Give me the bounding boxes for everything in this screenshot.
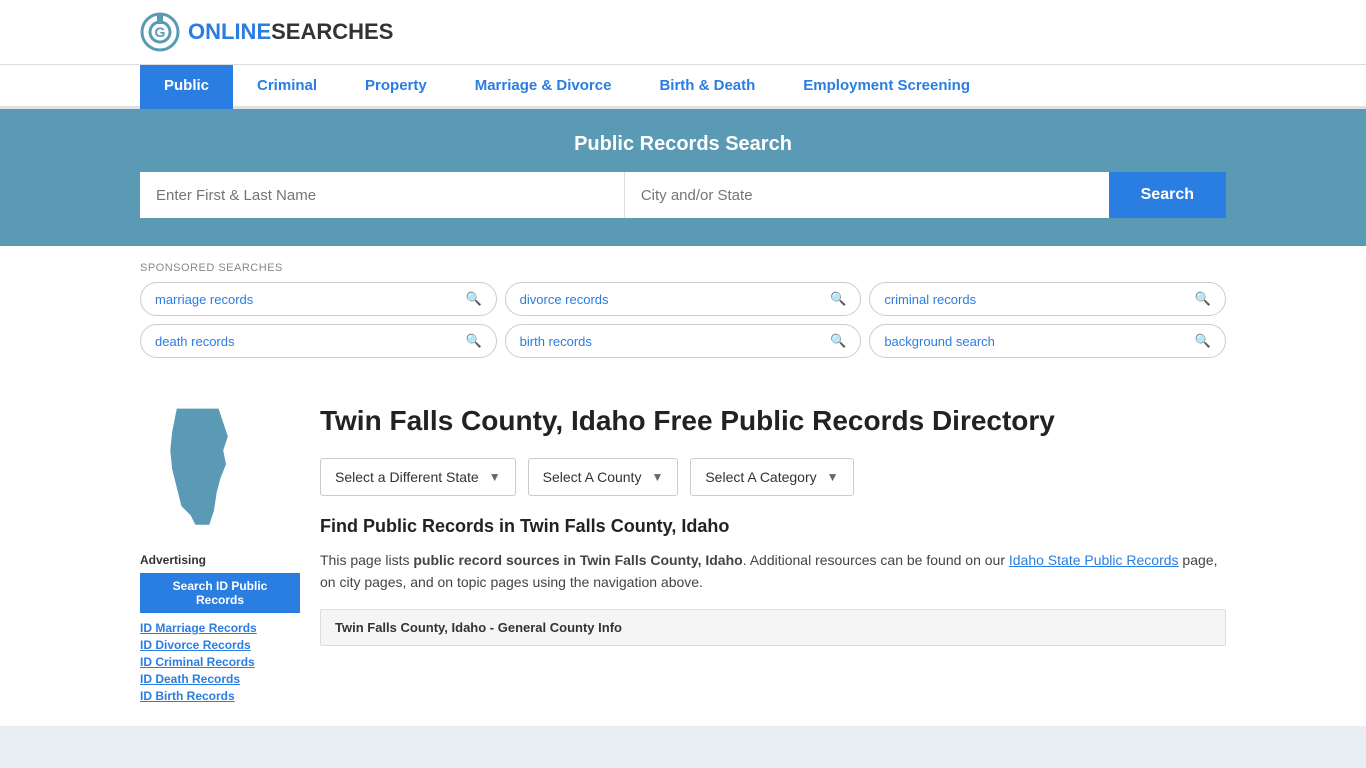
find-records-title: Find Public Records in Twin Falls County… — [320, 516, 1226, 537]
logo-icon: G — [140, 12, 180, 52]
chevron-down-icon: ▼ — [651, 470, 663, 484]
search-form: Search — [140, 172, 1226, 218]
chevron-down-icon: ▼ — [489, 470, 501, 484]
nav-item-public[interactable]: Public — [140, 65, 233, 109]
search-icon: 🔍 — [830, 333, 846, 349]
pill-background-search[interactable]: background search 🔍 — [869, 324, 1226, 358]
search-icon: 🔍 — [465, 333, 481, 349]
ad-link-divorce[interactable]: ID Divorce Records — [140, 638, 300, 652]
nav-item-marriage-divorce[interactable]: Marriage & Divorce — [451, 65, 636, 109]
nav-item-employment[interactable]: Employment Screening — [779, 65, 994, 109]
nav-item-criminal[interactable]: Criminal — [233, 65, 341, 109]
sponsored-pills: marriage records 🔍 divorce records 🔍 cri… — [140, 282, 1226, 358]
pill-birth-records[interactable]: birth records 🔍 — [505, 324, 862, 358]
search-icon: 🔍 — [830, 291, 846, 307]
site-header: G ONLINESEARCHES — [0, 0, 1366, 65]
search-icon: 🔍 — [465, 291, 481, 307]
category-dropdown[interactable]: Select A Category ▼ — [690, 458, 853, 496]
main-nav: Public Criminal Property Marriage & Divo… — [0, 65, 1366, 109]
sponsored-label: SPONSORED SEARCHES — [140, 262, 1226, 274]
svg-text:G: G — [155, 24, 166, 40]
logo-text: ONLINESEARCHES — [188, 19, 393, 45]
chevron-down-icon: ▼ — [827, 470, 839, 484]
main-content: Twin Falls County, Idaho Free Public Rec… — [320, 404, 1226, 706]
state-map — [140, 404, 260, 534]
county-info-bar: Twin Falls County, Idaho - General Count… — [320, 609, 1226, 646]
state-dropdown[interactable]: Select a Different State ▼ — [320, 458, 516, 496]
ad-link-birth[interactable]: ID Birth Records — [140, 689, 300, 703]
pill-divorce-records[interactable]: divorce records 🔍 — [505, 282, 862, 316]
search-location-input[interactable] — [624, 172, 1109, 218]
search-button[interactable]: Search — [1109, 172, 1226, 218]
sponsored-section: SPONSORED SEARCHES marriage records 🔍 di… — [0, 246, 1366, 394]
page-description: This page lists public record sources in… — [320, 549, 1226, 594]
pill-criminal-records[interactable]: criminal records 🔍 — [869, 282, 1226, 316]
county-dropdown[interactable]: Select A County ▼ — [528, 458, 679, 496]
ad-link-criminal[interactable]: ID Criminal Records — [140, 655, 300, 669]
nav-item-birth-death[interactable]: Birth & Death — [635, 65, 779, 109]
search-banner-title: Public Records Search — [140, 133, 1226, 156]
dropdowns: Select a Different State ▼ Select A Coun… — [320, 458, 1226, 496]
logo[interactable]: G ONLINESEARCHES — [140, 12, 393, 52]
search-banner: Public Records Search Search — [0, 109, 1366, 246]
pill-marriage-records[interactable]: marriage records 🔍 — [140, 282, 497, 316]
state-content: Advertising Search ID Public Records ID … — [0, 394, 1366, 726]
idaho-state-link[interactable]: Idaho State Public Records — [1009, 552, 1179, 568]
advertising-label: Advertising — [140, 553, 300, 567]
nav-item-property[interactable]: Property — [341, 65, 451, 109]
pill-death-records[interactable]: death records 🔍 — [140, 324, 497, 358]
page-title: Twin Falls County, Idaho Free Public Rec… — [320, 404, 1226, 438]
left-sidebar: Advertising Search ID Public Records ID … — [140, 404, 300, 706]
search-icon: 🔍 — [1195, 291, 1211, 307]
ad-search-button[interactable]: Search ID Public Records — [140, 573, 300, 613]
ad-link-death[interactable]: ID Death Records — [140, 672, 300, 686]
search-name-input[interactable] — [140, 172, 624, 218]
search-icon: 🔍 — [1195, 333, 1211, 349]
ad-link-marriage[interactable]: ID Marriage Records — [140, 621, 300, 635]
